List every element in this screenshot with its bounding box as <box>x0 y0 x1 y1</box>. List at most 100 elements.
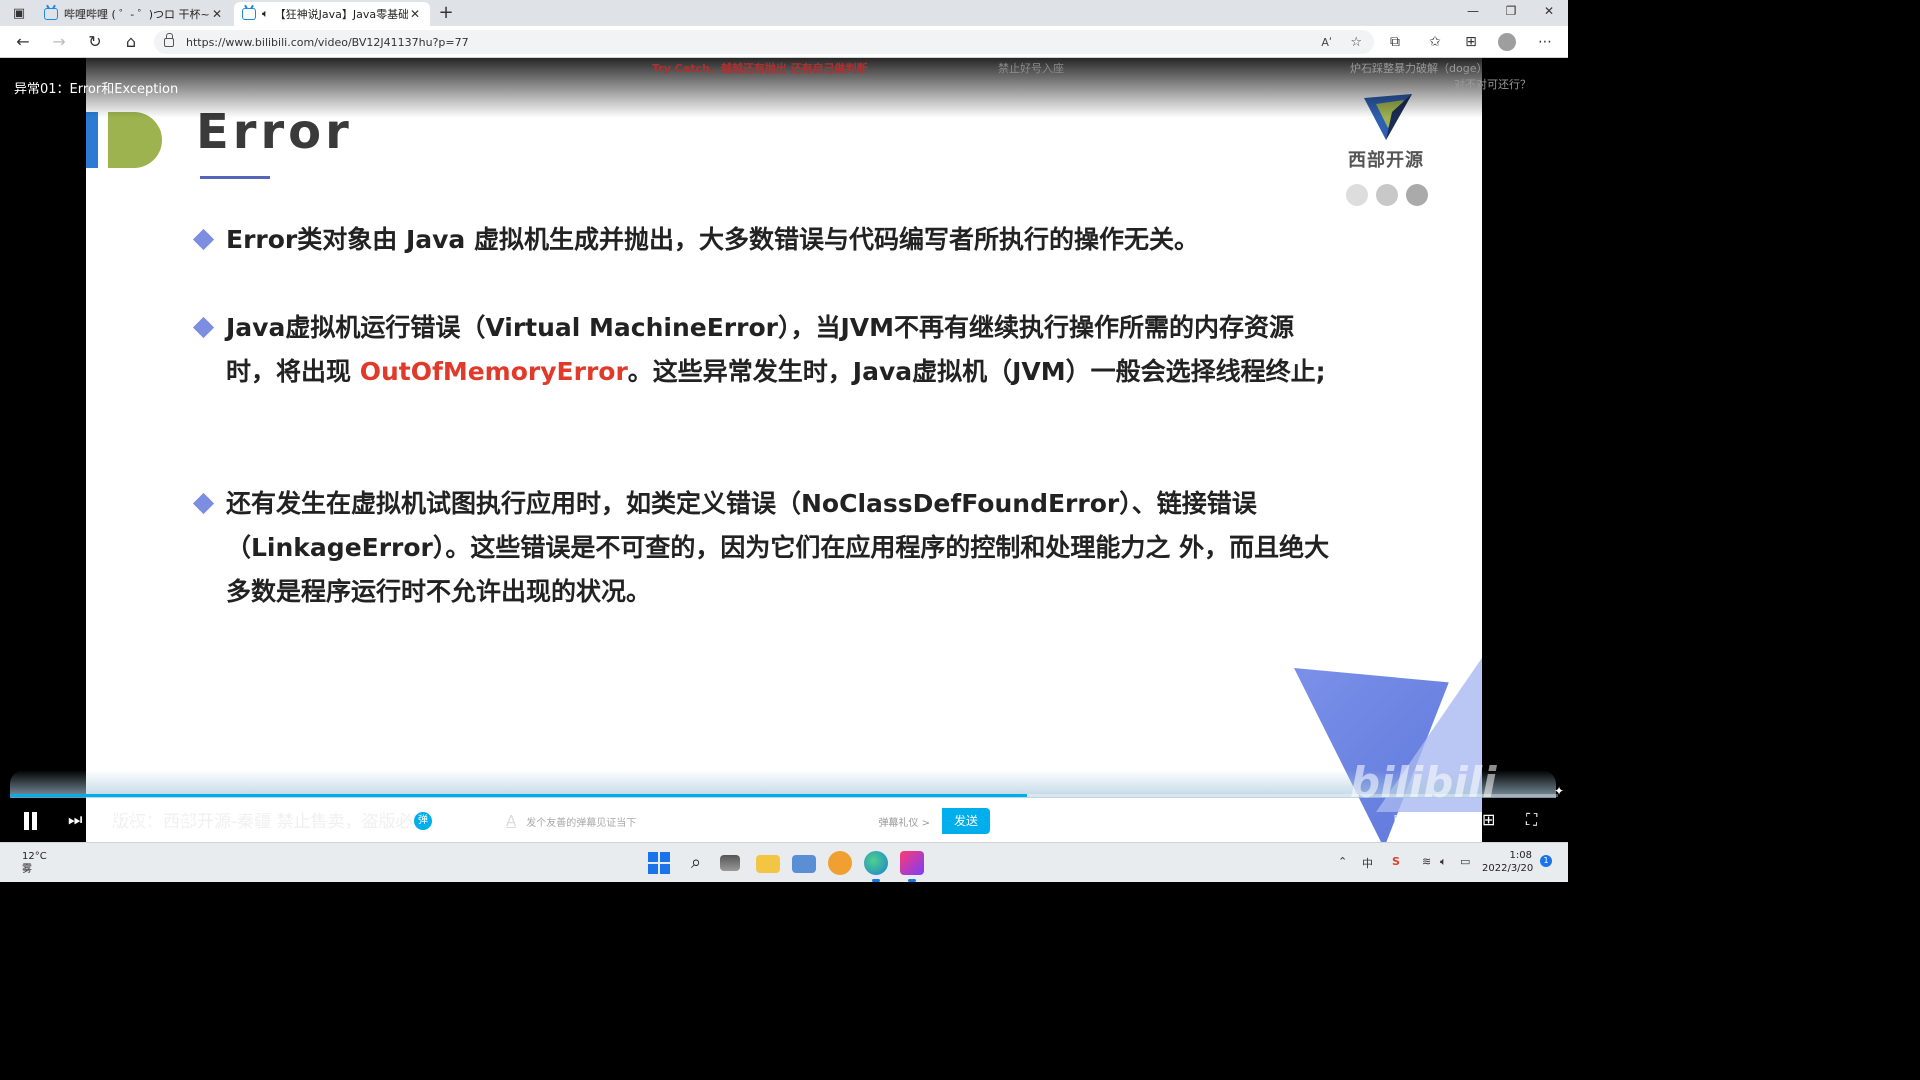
bilibili-favicon-icon <box>44 8 58 20</box>
dot <box>1406 184 1428 206</box>
fullscreen-icon[interactable]: ⛶ <box>1526 810 1537 830</box>
tab-close-icon[interactable]: ✕ <box>408 7 422 21</box>
danmaku-settings-icon[interactable]: ⚙ <box>454 812 467 828</box>
home-icon[interactable]: ⌂ <box>120 32 142 52</box>
progress-bar[interactable] <box>10 794 1558 797</box>
brand-block <box>86 112 164 168</box>
weather-desc: 雾 <box>22 864 32 875</box>
search-icon[interactable]: ⌕ <box>684 851 708 875</box>
tab-bilibili-home[interactable]: 哔哩哔哩 ( ゜- ゜)つロ 干杯~-bilibili ✕ <box>36 2 232 26</box>
bullet-text: 还有发生在虚拟机试图执行应用时，如类定义错误（NoClassDefFoundEr… <box>226 489 1330 606</box>
new-tab-button[interactable]: + <box>436 3 456 23</box>
danmaku-toggle[interactable]: 弹 <box>414 812 432 830</box>
player-controls: ⏭︎ 版权：西部开源-秦疆 禁止售卖，盗版必究 07:56 / 12:03 弹 … <box>0 802 1568 842</box>
clock-time: 1:08 <box>1509 850 1532 861</box>
extensions-icon[interactable]: ⧉ <box>1384 32 1406 52</box>
progress-fill <box>10 794 1028 797</box>
danmaku-comment: 禁止好号入座 <box>998 62 1064 75</box>
bullet-1: Error类对象由 Java 虚拟机生成并抛出，大多数错误与代码编写者所执行的操… <box>192 218 1336 262</box>
next-icon[interactable]: ⏭︎ <box>68 810 82 830</box>
weather-widget[interactable]: 12°C 雾 <box>22 850 47 876</box>
windows-start-icon[interactable] <box>648 852 670 874</box>
tab-label: 【狂神说Java】Java零基础学习视频 <box>274 8 408 21</box>
bullet-3: 还有发生在虚拟机试图执行应用时，如类定义错误（NoClassDefFoundEr… <box>192 482 1336 614</box>
bullet-text: Java虚拟机运行错误（Virtual MachineError），当JVM不再… <box>226 306 1336 394</box>
url-text[interactable]: https://www.bilibili.com/video/BV12J4113… <box>186 36 469 49</box>
taskbar: 12°C 雾 ⌕ ⌃ 中 S ≋ 🔈︎ ▭ 1:08 2022/3/20 1 <box>0 842 1568 882</box>
sogou-input-icon[interactable]: S <box>1392 855 1400 868</box>
restore-icon[interactable]: ❐ <box>1496 4 1526 18</box>
diamond-bullet-icon <box>192 492 215 515</box>
slide: Error 西部开源 Error类对象由 Java 虚拟机生成并抛出，大多数错误… <box>86 58 1482 842</box>
photos-icon[interactable] <box>792 855 816 873</box>
send-danmaku-button[interactable]: 发送 <box>942 808 990 834</box>
edge-browser-icon[interactable] <box>864 851 888 875</box>
wifi-icon[interactable]: ≋ <box>1422 855 1431 868</box>
danmaku-comment: 对不对可还行？ <box>1454 78 1531 91</box>
danmaku-comment: Try Catch，越越还有抛出 还有自己做判断 <box>652 62 868 75</box>
slide-dots <box>1346 184 1428 206</box>
read-aloud-icon[interactable]: Aʹ <box>1321 36 1332 49</box>
bullet-text-after: 。这些异常发生时，Java虚拟机（JVM）一般会选择线程终止; <box>627 357 1326 386</box>
out-of-memory-highlight: OutOfMemoryError <box>359 357 628 386</box>
speaker-icon[interactable]: 🔈︎ <box>262 7 269 21</box>
task-view-icon[interactable] <box>720 855 740 871</box>
more-icon[interactable]: ⋯ <box>1534 32 1556 52</box>
weather-temp: 12°C <box>22 851 47 862</box>
web-fullscreen-icon[interactable]: ⊞ <box>1482 810 1495 829</box>
system-clock[interactable]: 1:08 2022/3/20 <box>1482 849 1534 875</box>
danmaku-input[interactable]: A 发个友善的弹幕见证当下 弹幕礼仪 > <box>496 808 940 834</box>
ime-indicator[interactable]: 中 <box>1362 855 1373 871</box>
pause-icon[interactable] <box>22 812 40 830</box>
collections-icon[interactable]: ⊞ <box>1460 32 1482 52</box>
notification-badge[interactable]: 1 <box>1540 855 1552 867</box>
favorites-icon[interactable]: ✩ <box>1424 32 1446 52</box>
volume-icon[interactable]: 🔊︎ <box>1306 810 1316 830</box>
profile-avatar[interactable] <box>1498 33 1516 51</box>
quality-button[interactable]: 1080P 高清 <box>1120 812 1202 832</box>
settings-gear-icon[interactable]: ⚙ <box>1350 810 1364 829</box>
brand-green-shape <box>108 112 162 168</box>
bullet-2: Java虚拟机运行错误（Virtual MachineError），当JVM不再… <box>192 306 1336 394</box>
brand-blue-bar <box>86 112 98 168</box>
battery-icon[interactable]: ▭ <box>1460 855 1470 868</box>
bilibili-favicon-icon <box>242 8 256 20</box>
file-explorer-icon[interactable] <box>756 855 780 873</box>
tab-close-icon[interactable]: ✕ <box>210 7 224 21</box>
widescreen-icon[interactable]: ⇔ <box>1438 810 1451 829</box>
diamond-bullet-icon <box>192 228 215 251</box>
dot <box>1376 184 1398 206</box>
danmaku-style-icon[interactable]: A <box>506 812 516 830</box>
video-player[interactable]: Error 西部开源 Error类对象由 Java 虚拟机生成并抛出，大多数错误… <box>0 58 1568 842</box>
time-display: 07:56 / 12:03 <box>112 814 193 828</box>
clock-date: 2022/3/20 <box>1482 863 1534 874</box>
title-underline <box>200 176 270 179</box>
tray-overflow-icon[interactable]: ⌃ <box>1338 855 1347 868</box>
close-window-icon[interactable]: ✕ <box>1534 4 1564 18</box>
danmaku-etiquette-link[interactable]: 弹幕礼仪 > <box>878 814 930 829</box>
speaker-icon[interactable]: 🔈︎ <box>1440 855 1447 869</box>
lock-icon[interactable] <box>164 32 174 47</box>
danmaku-placeholder: 发个友善的弹幕见证当下 <box>526 817 637 829</box>
tab-actions-icon[interactable]: ▣ <box>8 4 30 22</box>
bilibili-watermark: bilibili <box>1350 758 1497 807</box>
minimize-icon[interactable]: — <box>1458 4 1488 18</box>
intellij-idea-icon[interactable] <box>900 851 924 875</box>
active-indicator <box>908 879 916 882</box>
tab-java-video[interactable]: 🔈︎ 【狂神说Java】Java零基础学习视频 ✕ <box>234 2 430 26</box>
speed-button[interactable]: 2.0x <box>1254 812 1288 828</box>
bullet-text: Error类对象由 Java 虚拟机生成并抛出，大多数错误与代码编写者所执行的操… <box>226 225 1199 254</box>
back-arrow-icon[interactable]: ← <box>12 32 34 52</box>
reload-icon[interactable]: ↻ <box>84 32 106 52</box>
add-favorite-icon[interactable]: ☆ <box>1350 35 1362 50</box>
picture-in-picture-icon[interactable]: ⧉ <box>1394 810 1405 830</box>
forward-arrow-icon[interactable]: → <box>48 32 70 52</box>
progress-end-icon[interactable]: ✦ <box>1554 784 1564 798</box>
episodes-button[interactable]: 选集 <box>1204 812 1232 832</box>
address-bar[interactable]: https://www.bilibili.com/video/BV12J4113… <box>154 30 1374 54</box>
toolbar: ← → ↻ ⌂ https://www.bilibili.com/video/B… <box>0 26 1568 58</box>
tab-label: 哔哩哔哩 ( ゜- ゜)つロ 干杯~-bilibili <box>64 8 210 21</box>
diamond-bullet-icon <box>192 316 215 339</box>
video-part-title: 异常01：Error和Exception <box>14 82 179 97</box>
app-icon[interactable] <box>828 851 852 875</box>
